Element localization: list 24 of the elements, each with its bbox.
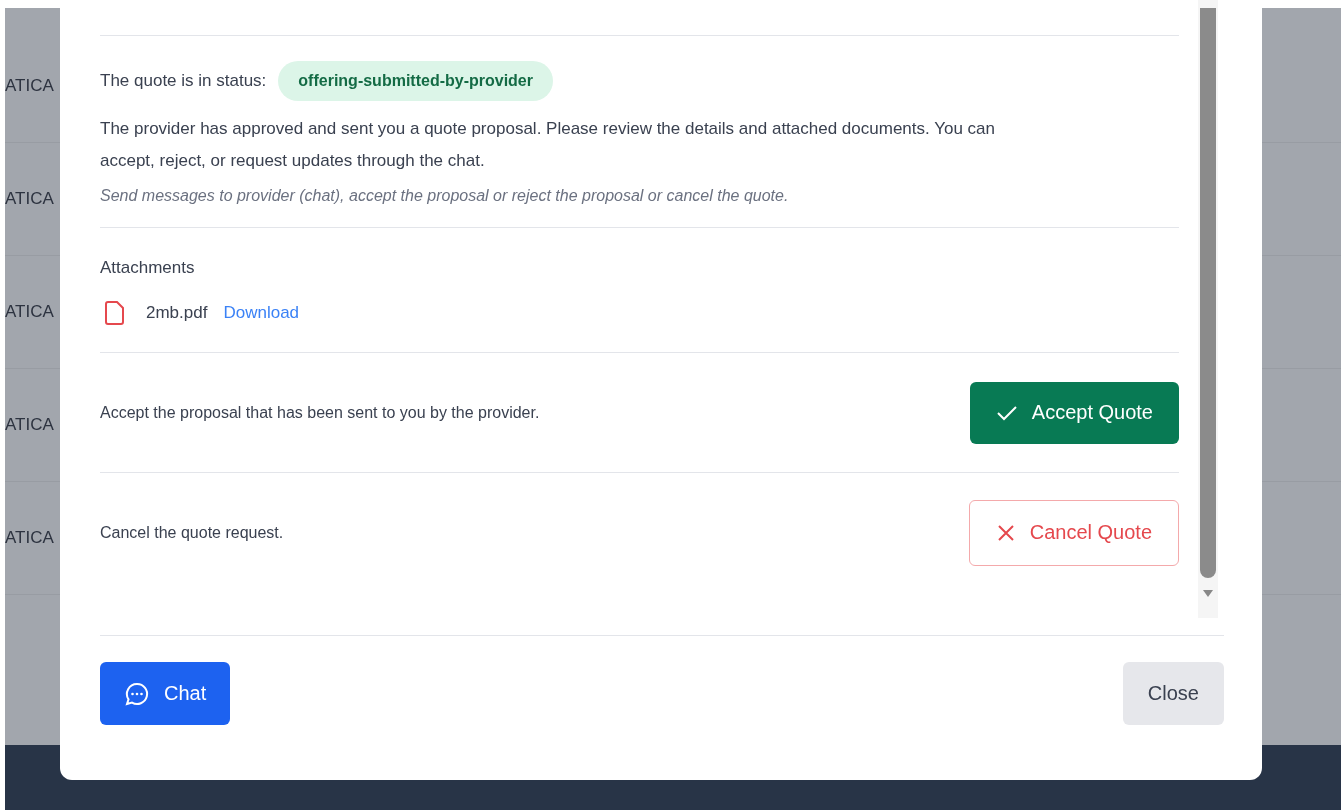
scrollbar[interactable] (1198, 0, 1218, 618)
file-name: 2mb.pdf (146, 303, 208, 323)
table-cell: ATICA (5, 76, 54, 96)
action-text: Cancel the quote request. (100, 523, 284, 542)
accept-quote-button[interactable]: Accept Quote (969, 381, 1179, 444)
download-link[interactable]: Download (223, 303, 300, 323)
scroll-down-arrow-icon[interactable] (1202, 588, 1214, 598)
table-cell: ATICA (5, 189, 54, 209)
cancel-quote-button[interactable]: Cancel Quote (968, 499, 1179, 566)
action-text: Accept the proposal that has been sent to you by the provider. (100, 403, 540, 422)
description-text: The provider has approved and sent you a quote proposal. Please review the details and attached documents. You can accept, reject, or request updates through the chat. (100, 118, 996, 172)
chat-bubble-icon (124, 680, 150, 707)
check-icon (995, 403, 1018, 422)
attachments-heading: Attachments (100, 257, 196, 278)
table-cell: ATICA (5, 528, 54, 548)
close-icon (995, 522, 1016, 543)
status-badge: offering-submitted-by-provider (278, 61, 553, 101)
table-cell: ATICA (5, 415, 54, 435)
hint-text: Send messages to provider (chat), accept the proposal or reject the proposal or cancel the quote. (100, 187, 790, 205)
chat-button[interactable]: Chat (100, 662, 231, 725)
close-button[interactable]: Close (1122, 662, 1224, 725)
file-icon (104, 300, 126, 326)
status-label: The quote is in status: (100, 71, 267, 91)
table-cell: ATICA (5, 302, 54, 322)
